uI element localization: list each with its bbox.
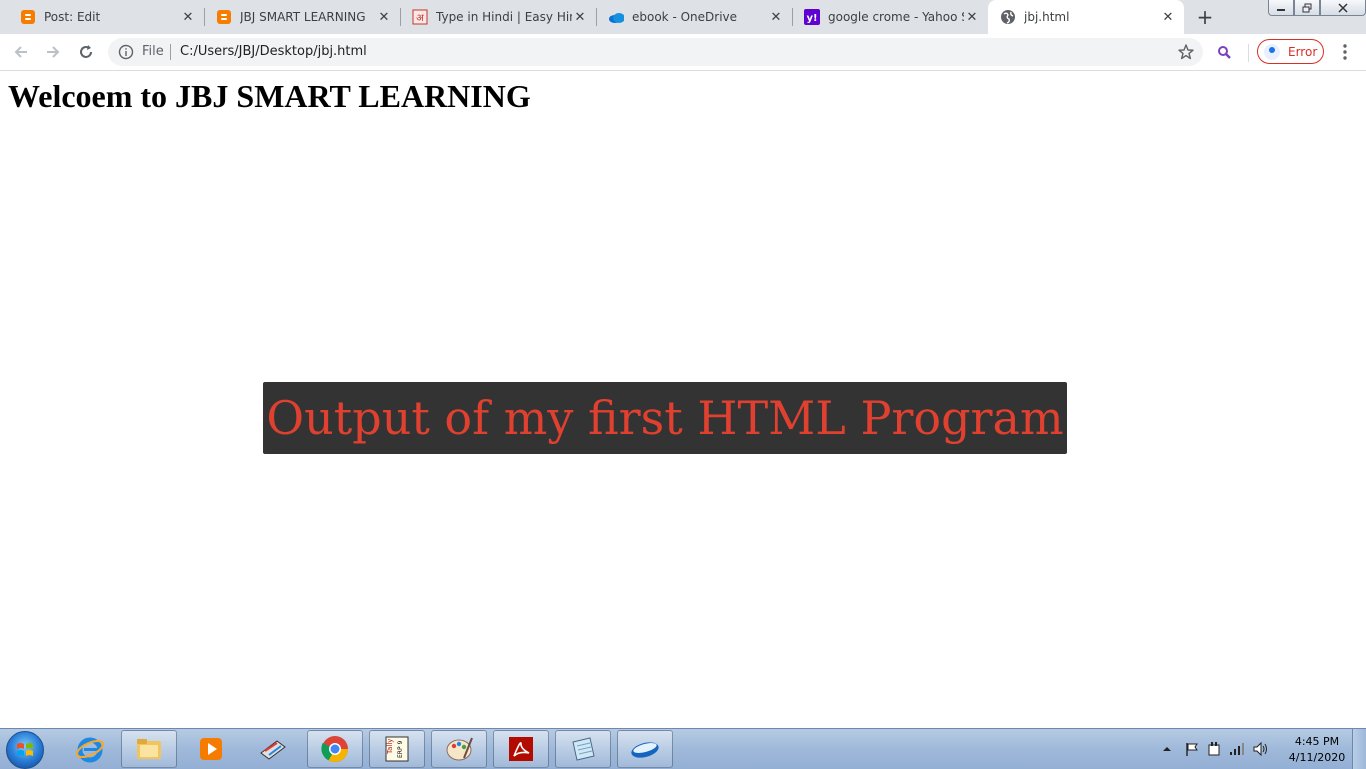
window-controls — [1268, 0, 1366, 17]
bookmark-star-button[interactable] — [1176, 42, 1196, 62]
taskbar-media-player[interactable] — [183, 730, 239, 768]
taskbar-clock[interactable]: 4:45 PM 4/11/2020 — [1286, 734, 1348, 766]
reload-button[interactable] — [74, 40, 98, 64]
action-center-flag-icon[interactable] — [1184, 741, 1200, 757]
taskbar-paint[interactable] — [431, 730, 487, 768]
tab-title: JBJ SMART LEARNING — [240, 10, 366, 24]
taskbar-acrobat-reader[interactable] — [493, 730, 549, 768]
tab-title: Post: Edit — [44, 10, 101, 24]
yahoo-icon: y! — [804, 9, 820, 25]
forward-button[interactable] — [41, 40, 65, 64]
blogger-icon — [20, 9, 36, 25]
tab-title: Type in Hindi | Easy Hindi — [436, 10, 572, 24]
taskbar-internet-explorer[interactable] — [62, 730, 118, 768]
browser-menu-button[interactable] — [1335, 42, 1355, 62]
minimize-icon — [1277, 8, 1285, 11]
clock-time: 4:45 PM — [1294, 735, 1340, 748]
taskbar-chrome[interactable] — [307, 730, 363, 768]
search-extension-icon[interactable] — [1216, 44, 1234, 62]
svg-text:अ: अ — [416, 13, 424, 24]
tab-onedrive[interactable]: ebook - OneDrive ✕ — [588, 0, 792, 34]
taskbar-app-swoosh[interactable] — [617, 730, 673, 768]
windows-logo-icon — [17, 743, 33, 756]
back-button[interactable] — [9, 40, 33, 64]
tab-post-edit[interactable]: Post: Edit ✕ — [0, 0, 204, 34]
svg-text:ERP 9: ERP 9 — [397, 741, 404, 758]
info-icon[interactable] — [118, 44, 134, 60]
chrome-icon — [321, 736, 349, 763]
blogger-icon — [216, 9, 232, 25]
tab-title: ebook - OneDrive — [632, 10, 738, 24]
system-tray — [1160, 729, 1270, 769]
window-close-button[interactable] — [1320, 0, 1366, 16]
page-heading: Welcoem to JBJ SMART LEARNING — [8, 78, 531, 114]
tab-jbj-html[interactable]: jbj.html ✕ — [988, 0, 1184, 34]
taskbar-scanner[interactable] — [245, 730, 301, 768]
toolbar-divider — [1248, 44, 1249, 62]
tab-title: google crome - Yahoo Sea — [828, 10, 964, 24]
acrobat-icon — [509, 737, 533, 761]
notepad-icon — [572, 737, 595, 761]
address-bar[interactable]: File C:/Users/JBJ/Desktop/jbj.html — [108, 38, 1203, 66]
close-icon[interactable]: ✕ — [1160, 9, 1176, 25]
taskbar-notepad[interactable] — [555, 730, 611, 768]
show-hidden-icons-icon[interactable] — [1160, 742, 1174, 756]
show-desktop-button[interactable] — [1352, 729, 1366, 769]
close-icon — [1338, 2, 1348, 13]
scanner-icon — [260, 740, 286, 760]
start-button[interactable] — [6, 731, 44, 769]
file-scheme-label[interactable]: File — [142, 44, 164, 59]
close-icon[interactable]: ✕ — [964, 9, 980, 25]
tab-yahoo-search[interactable]: y! google crome - Yahoo Sea ✕ — [784, 0, 988, 34]
restore-button[interactable] — [1294, 0, 1320, 16]
profile-status-label: Error — [1288, 44, 1318, 59]
url-text[interactable]: C:/Users/JBJ/Desktop/jbj.html — [180, 44, 367, 59]
close-icon[interactable]: ✕ — [572, 9, 588, 25]
tab-type-in-hindi[interactable]: अ Type in Hindi | Easy Hindi ✕ — [392, 0, 596, 34]
back-arrow-icon — [14, 46, 27, 58]
avatar — [1264, 43, 1280, 60]
more-vert-icon — [1343, 44, 1347, 60]
paint-palette-icon — [446, 737, 473, 761]
app-swoosh-icon — [631, 742, 659, 758]
hindi-letter-icon: अ — [412, 9, 428, 25]
media-player-icon — [200, 738, 222, 760]
taskbar-windows-explorer[interactable] — [121, 730, 177, 768]
onedrive-icon — [608, 9, 624, 25]
close-icon[interactable]: ✕ — [180, 9, 196, 25]
network-signal-icon[interactable] — [1228, 741, 1246, 757]
output-banner: Output of my first HTML Program — [263, 382, 1067, 454]
windows-taskbar: Tally ERP 9 4:45 PM 4/11/2020 — [0, 728, 1366, 769]
output-text: Output of my first HTML Program — [266, 391, 1064, 445]
folder-icon — [137, 739, 161, 759]
close-icon[interactable]: ✕ — [768, 9, 784, 25]
new-tab-button[interactable]: + — [1194, 7, 1216, 27]
clock-date: 4/11/2020 — [1288, 751, 1346, 764]
svg-text:Tally: Tally — [386, 739, 394, 755]
address-divider — [170, 44, 171, 60]
tab-strip: Post: Edit ✕ JBJ SMART LEARNING ✕ अ Type… — [0, 0, 1366, 34]
reload-icon — [80, 45, 92, 58]
forward-arrow-icon — [47, 46, 60, 58]
internet-explorer-icon — [76, 737, 104, 763]
power-icon[interactable] — [1206, 741, 1222, 757]
tab-jbj-smart-learning[interactable]: JBJ SMART LEARNING ✕ — [196, 0, 400, 34]
globe-icon — [1000, 9, 1016, 25]
close-icon[interactable]: ✕ — [376, 9, 392, 25]
minimize-button[interactable] — [1268, 0, 1294, 16]
star-icon — [1178, 44, 1194, 60]
restore-icon — [1302, 3, 1312, 12]
browser-toolbar: File C:/Users/JBJ/Desktop/jbj.html Error — [0, 34, 1366, 71]
svg-text:y!: y! — [806, 13, 817, 24]
profile-error-button[interactable]: Error — [1257, 39, 1324, 64]
taskbar-tally-erp9[interactable]: Tally ERP 9 — [369, 730, 425, 768]
tab-title: jbj.html — [1024, 10, 1070, 24]
volume-icon[interactable] — [1252, 741, 1270, 757]
tally-erp-icon: Tally ERP 9 — [385, 736, 409, 762]
